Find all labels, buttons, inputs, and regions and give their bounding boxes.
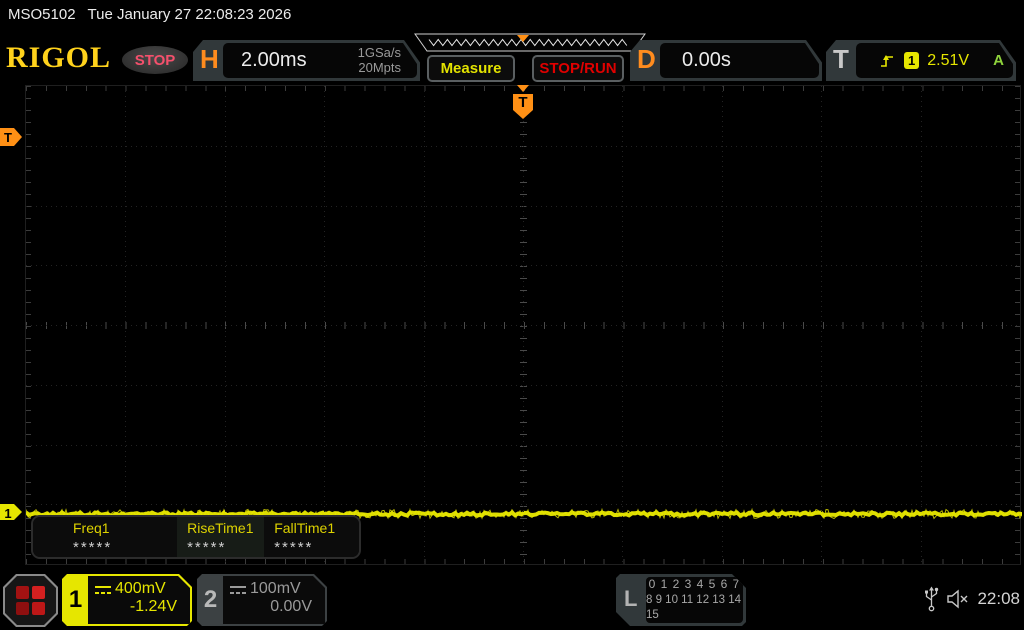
trigger-panel[interactable]: T 1 2.51V A [826, 40, 1016, 81]
measurement-label: RiseTime1 [187, 520, 254, 536]
red-grid-icon [16, 586, 45, 615]
rigol-logo: RIGOL [6, 41, 112, 74]
measurement-value: ***** [274, 539, 314, 556]
trigger-label: T [833, 44, 849, 74]
grid-line [26, 265, 1020, 267]
grid-line [26, 444, 1020, 446]
grid-line [26, 504, 1020, 506]
channel2-offset: 0.00V [270, 598, 312, 615]
delay-label: D [637, 44, 656, 74]
system-tray: 22:08 [924, 586, 1020, 612]
grid-line [26, 145, 1020, 147]
digital-row2: 8 9 10 11 12 13 14 15 [646, 593, 742, 622]
grid-line [26, 205, 1020, 207]
clock: 22:08 [977, 589, 1020, 608]
menu-button[interactable] [3, 574, 58, 627]
measurement-item[interactable]: RiseTime1 ***** [177, 517, 265, 557]
digital-row1: 0 1 2 3 4 5 6 7 [648, 577, 741, 592]
speaker-muted-icon[interactable] [946, 589, 970, 609]
channel2-number: 2 [203, 586, 218, 613]
channel2-block[interactable]: 2 100mV 0.00V [197, 574, 327, 626]
status-bar: MSO5102 Tue January 27 22:08:23 2026 [8, 6, 291, 23]
trigger-level-value: 2.51V [927, 51, 970, 69]
trigger-position-marker[interactable]: T [507, 84, 539, 126]
acquisition-info: 1GSa/s 20Mpts [358, 46, 401, 75]
timebase-value: 2.00ms [241, 49, 307, 71]
grid-line [26, 325, 1020, 326]
waveform-preview-bar[interactable] [412, 33, 648, 53]
trigger-level-marker[interactable]: T [0, 128, 23, 146]
dc-coupling-icon [95, 585, 111, 595]
channel1-offset: -1.24V [129, 598, 177, 615]
sample-rate: 1GSa/s [357, 44, 401, 60]
trigger-source-badge: 1 [904, 52, 919, 69]
datetime: Tue January 27 22:08:23 2026 [87, 6, 292, 23]
digital-channels-block[interactable]: L 0 1 2 3 4 5 6 7 8 9 10 11 12 13 14 15 [616, 574, 746, 626]
delay-panel[interactable]: D 0.00s [630, 40, 822, 81]
horizontal-panel[interactable]: H 2.00ms 1GSa/s 20Mpts [193, 40, 420, 81]
channel1-marker-label: 1 [4, 505, 12, 521]
channel1-block[interactable]: 1 400mV -1.24V [62, 574, 192, 626]
digital-label: L [624, 586, 638, 611]
trigger-position-label: T [518, 94, 528, 111]
oscilloscope-screen: MSO5102 Tue January 27 22:08:23 2026 RIGO… [0, 0, 1024, 630]
model-name: MSO5102 [8, 6, 76, 23]
usb-icon [925, 586, 939, 612]
measurement-label: Freq1 [73, 520, 110, 536]
measurement-item[interactable]: Freq1 ***** [33, 517, 178, 557]
dc-coupling-icon [230, 585, 246, 595]
stop-run-button[interactable]: STOP/RUN [532, 55, 624, 82]
channel1-number: 1 [68, 586, 83, 613]
trigger-mode: A [993, 52, 1004, 69]
measurement-label: FallTime1 [274, 520, 336, 536]
horizontal-label: H [200, 44, 219, 74]
measurement-item[interactable]: FallTime1 ***** [264, 517, 359, 557]
measurement-overlay: Freq1 ***** RiseTime1 ***** FallTime1 **… [31, 515, 361, 559]
waveform-display-area [25, 85, 1022, 565]
channel2-scale: 100mV [250, 580, 301, 597]
run-state-badge: STOP [122, 46, 188, 74]
trigger-level-marker-label: T [4, 129, 12, 145]
channel1-position-marker[interactable]: 1 [0, 504, 23, 522]
measurement-value: ***** [73, 539, 113, 556]
delay-value: 0.00s [682, 49, 731, 71]
grid-line [26, 384, 1020, 386]
memory-depth: 20Mpts [358, 59, 401, 75]
measurement-value: ***** [187, 539, 227, 556]
channel1-scale: 400mV [115, 580, 166, 597]
rising-edge-icon [878, 52, 896, 70]
measure-button[interactable]: Measure [427, 55, 515, 82]
